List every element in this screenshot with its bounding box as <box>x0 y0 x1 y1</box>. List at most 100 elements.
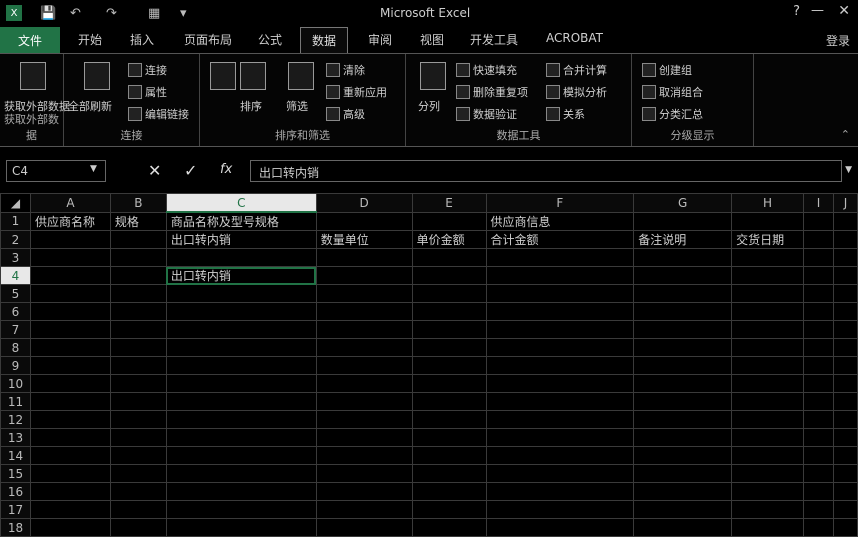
cell-d15[interactable] <box>315 464 413 483</box>
cell-f3[interactable] <box>485 248 635 267</box>
cell-c1[interactable]: 商品名称及型号规格 <box>165 211 317 231</box>
row-header[interactable]: 8 <box>0 338 31 357</box>
cell-d17[interactable] <box>315 500 413 519</box>
cell-b13[interactable] <box>109 428 167 447</box>
cell-i4[interactable] <box>803 266 834 285</box>
cell-e1[interactable] <box>411 211 487 231</box>
cell-d2[interactable]: 数量单位 <box>315 230 413 249</box>
cell-d13[interactable] <box>315 428 413 447</box>
row-header[interactable]: 14 <box>0 446 31 465</box>
cell-j14[interactable] <box>832 446 858 465</box>
cell-c7[interactable] <box>165 320 317 339</box>
tab-view[interactable]: 视图 <box>420 31 444 48</box>
data-validation-button[interactable]: 数据验证 <box>456 106 517 122</box>
cell-h6[interactable] <box>731 302 805 321</box>
cell-g4[interactable] <box>633 266 733 285</box>
cell-e16[interactable] <box>411 482 487 501</box>
cell-f1[interactable]: 供应商信息 <box>485 211 635 231</box>
column-header-j[interactable]: J <box>832 193 858 213</box>
close-button[interactable]: ✕ <box>838 3 850 19</box>
cell-g6[interactable] <box>633 302 733 321</box>
cell-b18[interactable] <box>109 518 167 537</box>
cell-e13[interactable] <box>411 428 487 447</box>
cancel-formula-icon[interactable]: ✕ <box>148 161 161 180</box>
cell-g16[interactable] <box>633 482 733 501</box>
help-icon[interactable]: ? <box>793 4 800 19</box>
row-header[interactable]: 7 <box>0 320 31 339</box>
column-header-h[interactable]: H <box>731 193 805 213</box>
cell-b3[interactable] <box>109 248 167 267</box>
cell-j13[interactable] <box>832 428 858 447</box>
tab-home[interactable]: 开始 <box>78 31 102 48</box>
cell-i5[interactable] <box>803 284 834 303</box>
undo-icon[interactable]: ↶ <box>70 5 81 21</box>
name-box-dropdown-icon[interactable]: ▼ <box>90 164 97 174</box>
cell-a10[interactable] <box>29 374 111 393</box>
cell-j1[interactable] <box>832 211 858 231</box>
cell-j15[interactable] <box>832 464 858 483</box>
formula-input[interactable]: 出口转内销 <box>250 160 842 182</box>
cell-d9[interactable] <box>315 356 413 375</box>
row-header[interactable]: 18 <box>0 518 31 537</box>
ungroup-button[interactable]: 取消组合 <box>642 84 703 100</box>
cell-g1[interactable] <box>633 211 733 231</box>
consolidate-button[interactable]: 合并计算 <box>546 62 607 78</box>
cell-h14[interactable] <box>731 446 805 465</box>
cell-b14[interactable] <box>109 446 167 465</box>
redo-icon[interactable]: ↷ <box>106 5 117 21</box>
cell-h7[interactable] <box>731 320 805 339</box>
cell-e7[interactable] <box>411 320 487 339</box>
cell-h17[interactable] <box>731 500 805 519</box>
cell-j3[interactable] <box>832 248 858 267</box>
row-header[interactable]: 13 <box>0 428 31 447</box>
get-external-data-icon[interactable] <box>20 62 46 90</box>
cell-g10[interactable] <box>633 374 733 393</box>
cell-h12[interactable] <box>731 410 805 429</box>
cell-g8[interactable] <box>633 338 733 357</box>
cell-c14[interactable] <box>165 446 317 465</box>
cell-j2[interactable] <box>832 230 858 249</box>
cell-j9[interactable] <box>832 356 858 375</box>
cell-g2[interactable]: 备注说明 <box>633 230 733 249</box>
cell-g7[interactable] <box>633 320 733 339</box>
cell-j7[interactable] <box>832 320 858 339</box>
cell-i16[interactable] <box>803 482 834 501</box>
row-header[interactable]: 17 <box>0 500 31 519</box>
cell-e14[interactable] <box>411 446 487 465</box>
cell-f18[interactable] <box>485 518 635 537</box>
remove-duplicates-button[interactable]: 删除重复项 <box>456 84 528 100</box>
cell-c4[interactable]: 出口转内销 <box>165 266 317 285</box>
tab-review[interactable]: 审阅 <box>368 31 392 48</box>
cell-i18[interactable] <box>803 518 834 537</box>
cell-d16[interactable] <box>315 482 413 501</box>
cell-a18[interactable] <box>29 518 111 537</box>
column-header-d[interactable]: D <box>315 193 413 213</box>
cell-h16[interactable] <box>731 482 805 501</box>
cell-f4[interactable] <box>485 266 635 285</box>
customize-qat-icon[interactable]: ▾ <box>180 5 187 21</box>
cell-b10[interactable] <box>109 374 167 393</box>
cell-c2[interactable]: 出口转内销 <box>165 230 317 249</box>
what-if-analysis-button[interactable]: 模拟分析 <box>546 84 607 100</box>
cell-d11[interactable] <box>315 392 413 411</box>
column-header-g[interactable]: G <box>633 193 733 213</box>
cell-h10[interactable] <box>731 374 805 393</box>
cell-c8[interactable] <box>165 338 317 357</box>
cell-i8[interactable] <box>803 338 834 357</box>
column-header-f[interactable]: F <box>485 193 635 213</box>
cell-g11[interactable] <box>633 392 733 411</box>
row-header[interactable]: 4 <box>0 266 31 285</box>
cell-h2[interactable]: 交货日期 <box>731 230 805 249</box>
cell-i7[interactable] <box>803 320 834 339</box>
cell-f13[interactable] <box>485 428 635 447</box>
cell-b11[interactable] <box>109 392 167 411</box>
cell-f9[interactable] <box>485 356 635 375</box>
cell-a11[interactable] <box>29 392 111 411</box>
cell-g15[interactable] <box>633 464 733 483</box>
row-header[interactable]: 3 <box>0 248 31 267</box>
cell-f2[interactable]: 合计金额 <box>485 230 635 249</box>
cell-e4[interactable] <box>411 266 487 285</box>
cell-a12[interactable] <box>29 410 111 429</box>
cell-i3[interactable] <box>803 248 834 267</box>
cell-i9[interactable] <box>803 356 834 375</box>
